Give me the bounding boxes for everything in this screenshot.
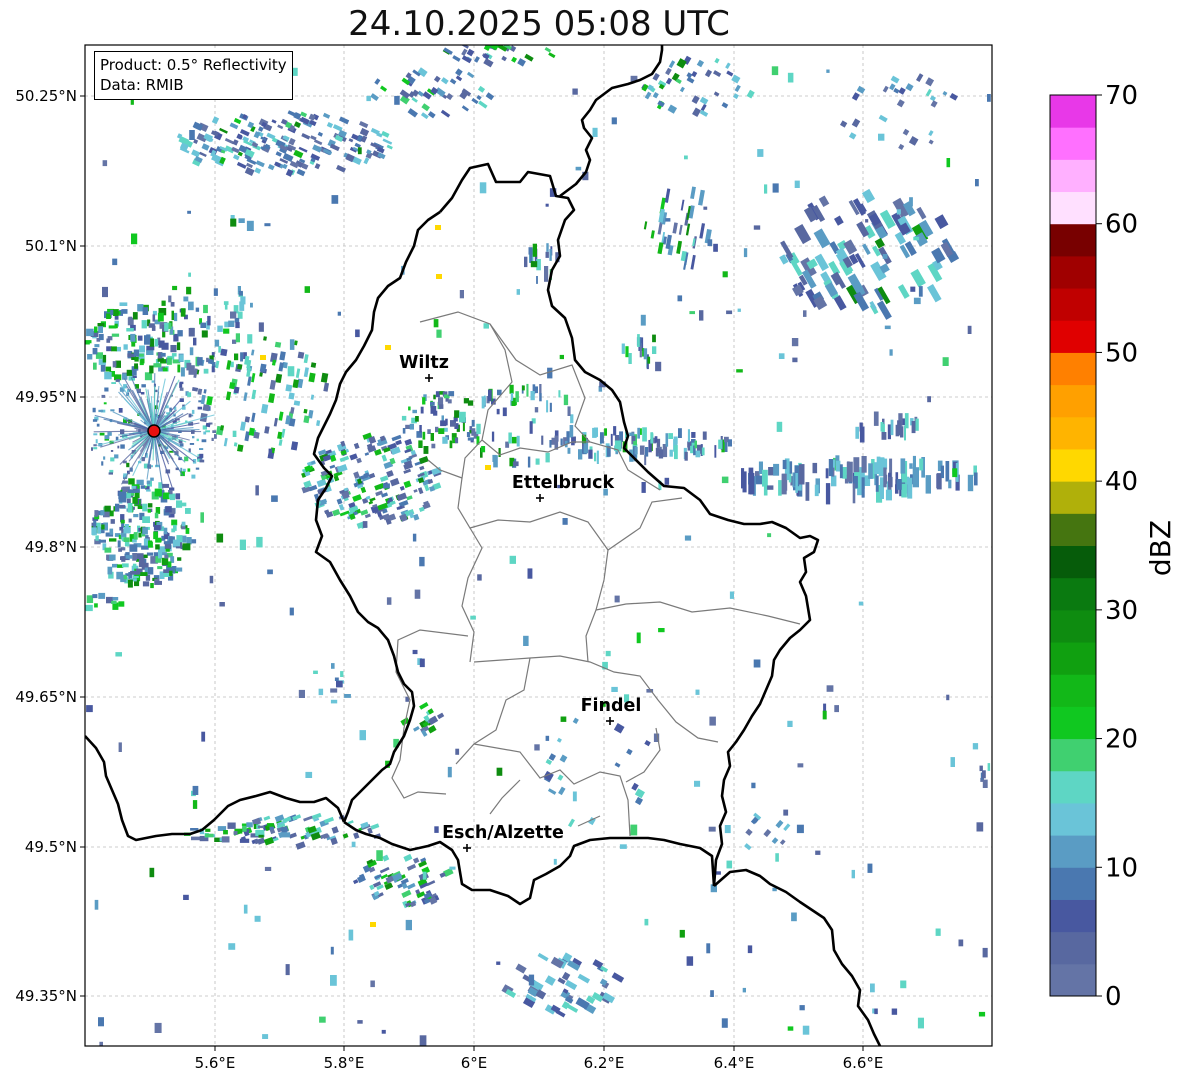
- colorbar-cell: [1050, 448, 1096, 482]
- colorbar-cell: [1050, 706, 1096, 740]
- colorbar-tick-label: 70: [1105, 81, 1138, 111]
- colorbar-cell: [1050, 481, 1096, 514]
- colorbar-cell: [1050, 577, 1096, 611]
- product-label: Product: 0.5° Reflectivity: [100, 56, 287, 74]
- colorbar-ticks: 0 10 20 30 40 50 60 70: [1096, 81, 1138, 1012]
- colorbar-tick-label: 0: [1105, 982, 1122, 1012]
- colorbar-cell: [1050, 545, 1096, 579]
- colorbar-tick-label: 40: [1105, 467, 1138, 497]
- colorbar-tick-label: 10: [1105, 853, 1138, 883]
- colorbar-tick-label: 50: [1105, 338, 1138, 368]
- info-box: Product: 0.5° Reflectivity Data: RMIB: [94, 51, 293, 100]
- colorbar-cell: [1050, 770, 1096, 804]
- colorbar-cell: [1050, 191, 1096, 225]
- colorbar-cell: [1050, 255, 1096, 289]
- colorbar-cell: [1050, 159, 1096, 193]
- colorbar-cell: [1050, 609, 1096, 643]
- colorbar: 0 10 20 30 40 50 60 70 dBZ: [1049, 81, 1177, 1012]
- colorbar-cell: [1050, 738, 1096, 772]
- colorbar-cell: [1050, 352, 1096, 386]
- colorbar-cell: [1050, 642, 1096, 675]
- colorbar-cell: [1050, 931, 1096, 965]
- data-source-label: Data: RMIB: [100, 76, 184, 94]
- colorbar-cell: [1050, 835, 1096, 868]
- colorbar-cell: [1050, 288, 1096, 321]
- colorbar-cell: [1050, 899, 1096, 933]
- colorbar-tick-label: 30: [1105, 596, 1138, 626]
- colorbar-tick-label: 20: [1105, 725, 1138, 755]
- colorbar-cell: [1050, 223, 1096, 257]
- colorbar-tick-label: 60: [1105, 210, 1138, 240]
- colorbar-cell: [1050, 416, 1096, 450]
- colorbar-cell: [1050, 963, 1096, 997]
- colorbar-cell: [1050, 867, 1096, 900]
- colorbar-cell: [1050, 674, 1096, 707]
- colorbar-label: dBZ: [1144, 520, 1177, 576]
- colorbar-cell: [1050, 127, 1096, 160]
- colorbar-cell: [1050, 384, 1096, 418]
- colorbar-cell: [1050, 513, 1096, 546]
- colorbar-cell: [1050, 95, 1096, 128]
- colorbar-cell: [1050, 320, 1096, 353]
- colorbar-cell: [1050, 802, 1096, 836]
